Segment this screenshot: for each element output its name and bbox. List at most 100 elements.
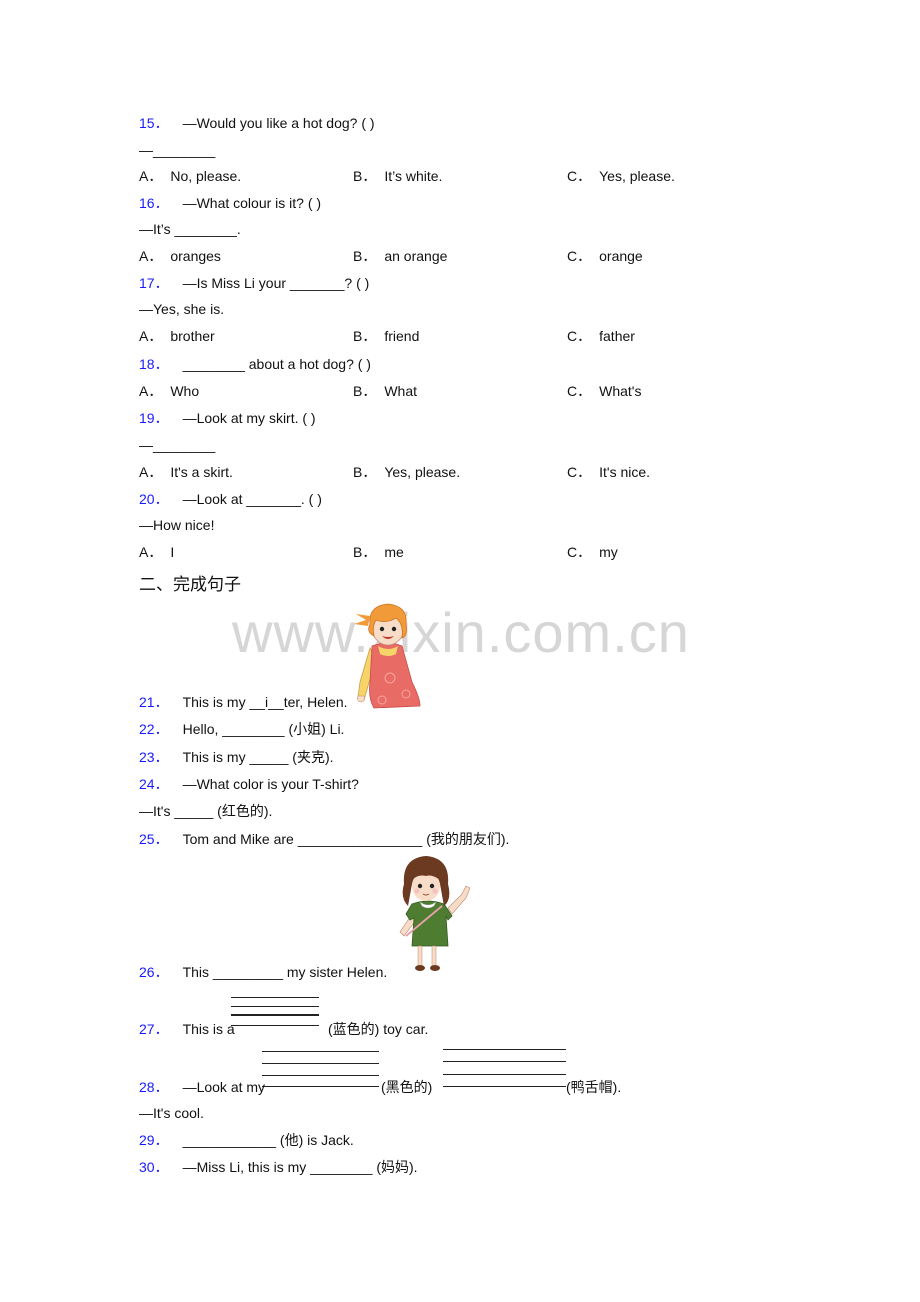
option-text: Who [170,383,200,399]
question-reply: —It's cool. [139,1105,204,1121]
girl-illustration-green-dress [399,856,471,971]
option-text: Yes, please. [384,464,461,480]
question-number: 20． [139,491,169,507]
option-c[interactable]: C． It's nice. [567,463,650,481]
option-label: C． [567,383,592,399]
question-number: 16． [139,195,169,211]
question-number: 18． [139,356,169,372]
option-text: my [599,544,618,560]
option-b[interactable]: B． It’s white. [353,167,442,185]
question-number: 15． [139,115,169,131]
answer-line [443,1049,566,1050]
question-23: 23． This is my _____ (夹克). [139,748,334,766]
option-label: C． [567,168,592,184]
option-c[interactable]: C． What's [567,382,641,400]
question-reply: —________ [139,437,216,453]
option-text: orange [599,248,643,264]
question-29: 29． ____________ (他) is Jack. [139,1131,354,1149]
option-text: an orange [384,248,448,264]
question-text-pre: —Look at my [182,1079,266,1095]
option-c[interactable]: C． my [567,543,618,561]
question-number: 30． [139,1159,169,1175]
option-text: oranges [170,248,221,264]
option-b[interactable]: B． friend [353,327,419,345]
option-label: A． [139,328,163,344]
option-b[interactable]: B． an orange [353,247,447,265]
question-17: 17． —Is Miss Li your _______? ( ) [139,274,369,292]
question-stem: ________ about a hot dog? ( ) [182,356,371,372]
option-label: B． [353,248,377,264]
answer-line [262,1075,379,1076]
question-reply: —It's _____ (红色的). [139,803,273,819]
question-text-mid: (黑色的) [381,1079,433,1095]
option-a[interactable]: A． No, please. [139,167,241,185]
answer-line[interactable] [443,1086,566,1087]
answer-line[interactable] [262,1086,379,1087]
question-reply: —How nice! [139,517,215,533]
question-text: Tom and Mike are ________________ (我的朋友们… [182,831,510,847]
answer-line [231,997,319,998]
question-text: This _________ my sister Helen. [182,964,388,980]
question-reply: —Yes, she is. [139,301,225,317]
question-text: This is my __i__ter, Helen. [182,694,348,710]
answer-line [231,1006,319,1007]
question-15: 15． —Would you like a hot dog? ( ) [139,114,375,132]
option-a[interactable]: A． It's a skirt. [139,463,233,481]
option-c[interactable]: C． Yes, please. [567,167,675,185]
option-b[interactable]: B． What [353,382,417,400]
question-stem: —Look at my skirt. ( ) [182,410,316,426]
question-text: This is my _____ (夹克). [182,749,334,765]
answer-line[interactable] [231,1025,319,1026]
question-text: ____________ (他) is Jack. [182,1132,354,1148]
question-number: 19． [139,410,169,426]
question-25: 25． Tom and Mike are ________________ (我的… [139,830,509,848]
answer-line [262,1051,379,1052]
option-c[interactable]: C． father [567,327,635,345]
option-a[interactable]: A． Who [139,382,199,400]
answer-line [443,1074,566,1075]
option-text: brother [170,328,215,344]
question-text-post: (蓝色的) toy car. [328,1021,429,1037]
option-text: me [384,544,404,560]
option-label: A． [139,464,163,480]
option-label: A． [139,544,163,560]
question-number: 28． [139,1079,169,1095]
question-19: 19． —Look at my skirt. ( ) [139,409,316,427]
question-number: 25． [139,831,169,847]
question-number: 22． [139,721,169,737]
question-27: 27． This is a [139,1020,235,1038]
question-number: 17． [139,275,169,291]
question-number: 21． [139,694,169,710]
option-text: It's nice. [599,464,651,480]
option-text: It's a skirt. [170,464,233,480]
answer-line [262,1063,379,1064]
option-text: What's [599,383,642,399]
girl-illustration-pink-dress [354,603,421,709]
question-stem: —What colour is it? ( ) [182,195,322,211]
option-label: B． [353,328,377,344]
question-text: Hello, ________ (小姐) Li. [182,721,345,737]
question-text: —What color is your T-shirt? [182,776,359,792]
question-stem: —Would you like a hot dog? ( ) [182,115,375,131]
option-b[interactable]: B． me [353,543,404,561]
option-b[interactable]: B． Yes, please. [353,463,460,481]
option-a[interactable]: A． I [139,543,174,561]
option-a[interactable]: A． brother [139,327,215,345]
question-21: 21． This is my __i__ter, Helen. [139,693,348,711]
question-reply: —________ [139,142,216,158]
option-text: It’s white. [384,168,443,184]
option-label: C． [567,464,592,480]
option-text: Yes, please. [599,168,675,184]
option-text: What [384,383,418,399]
option-c[interactable]: C． orange [567,247,643,265]
option-text: father [599,328,635,344]
question-number: 24． [139,776,169,792]
option-label: A． [139,248,163,264]
option-a[interactable]: A． oranges [139,247,221,265]
question-20: 20． —Look at _______. ( ) [139,490,322,508]
question-24: 24． —What color is your T-shirt? [139,775,359,793]
option-label: B． [353,168,377,184]
question-22: 22． Hello, ________ (小姐) Li. [139,720,344,738]
option-text: friend [384,328,420,344]
question-reply: —It’s ________. [139,221,241,237]
